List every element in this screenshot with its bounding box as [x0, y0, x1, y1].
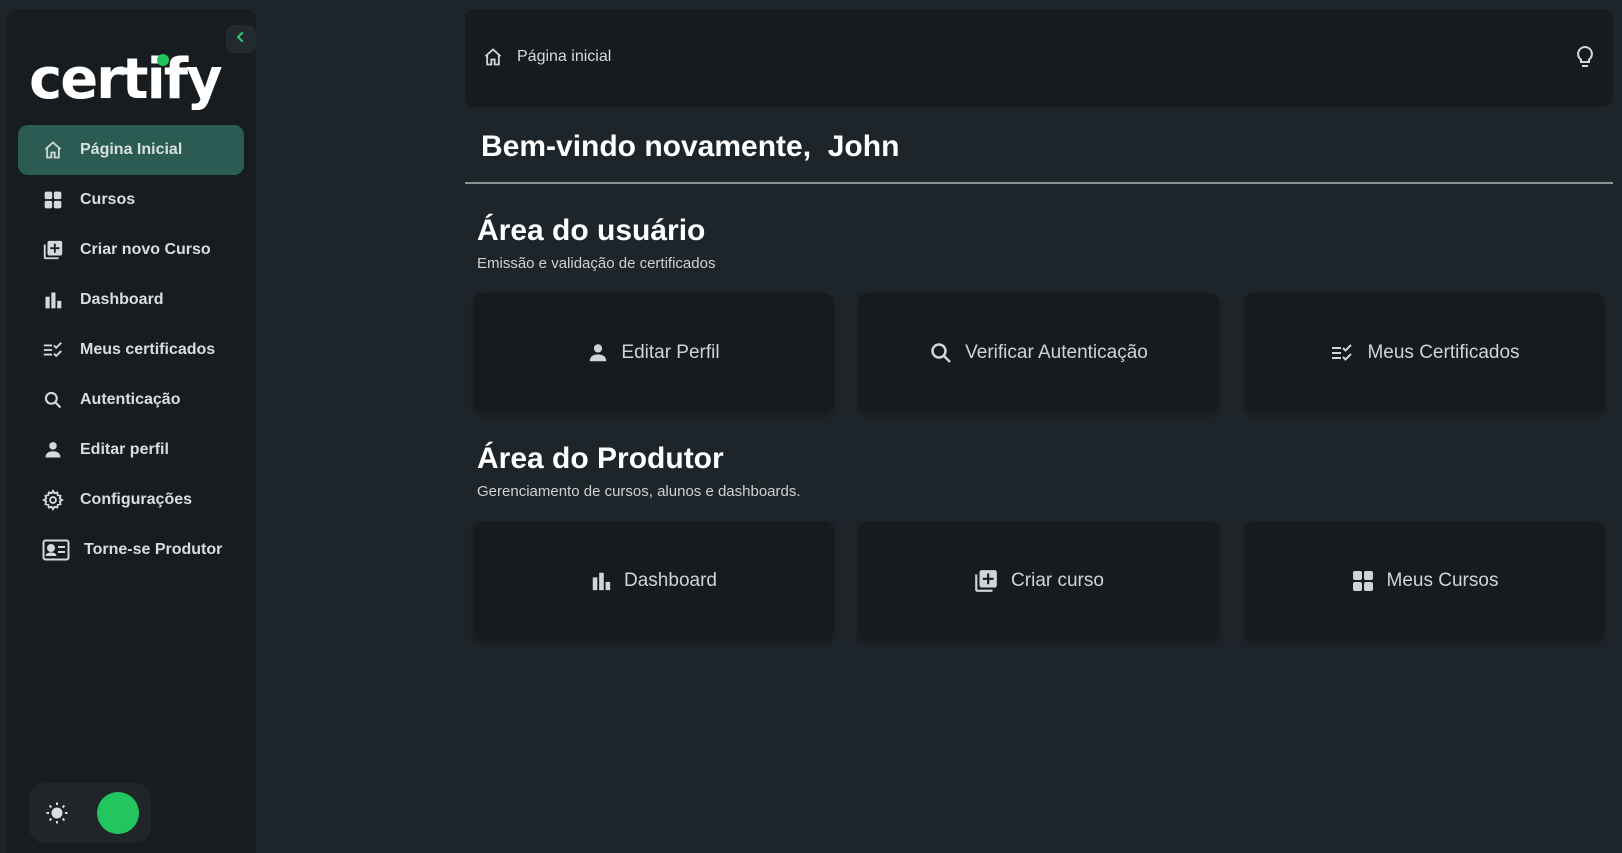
checklist-icon: [1329, 341, 1355, 365]
producer-area-title: Área do Produtor: [477, 442, 724, 475]
sidebar-item-label: Configurações: [80, 491, 193, 508]
lightbulb-icon[interactable]: [1575, 45, 1595, 74]
breadcrumb-current: Página inicial: [517, 48, 612, 65]
moon-icon[interactable]: [97, 792, 139, 834]
sidebar-item-label: Autenticação: [80, 391, 181, 408]
sidebar-item-meus-certificados[interactable]: Meus certificados: [18, 325, 244, 375]
bar-chart-icon: [42, 289, 64, 311]
verify-authentication-card[interactable]: Verificar Autenticação: [858, 293, 1219, 413]
grid-icon: [42, 189, 64, 211]
sidebar-item-cursos[interactable]: Cursos: [18, 175, 244, 225]
sidebar-nav: Página Inicial Cursos Criar novo Curso D…: [18, 125, 244, 575]
my-certificates-card[interactable]: Meus Certificados: [1244, 293, 1605, 413]
card-label: Verificar Autenticação: [965, 342, 1148, 363]
topbar: Página inicial: [465, 9, 1613, 107]
search-icon: [42, 389, 64, 411]
sidebar: certify Página Inicial Cursos Criar novo…: [7, 9, 256, 853]
sidebar-item-pagina-inicial[interactable]: Página Inicial: [18, 125, 244, 175]
divider: [465, 182, 1613, 184]
theme-toggle: [29, 783, 151, 843]
sidebar-item-torne-se-produtor[interactable]: Torne-se Produtor: [18, 525, 244, 575]
sidebar-item-criar-novo-curso[interactable]: Criar novo Curso: [18, 225, 244, 275]
create-course-card[interactable]: Criar curso: [858, 521, 1219, 641]
welcome-heading: Bem-vindo novamente, John: [481, 130, 900, 163]
sidebar-item-label: Página Inicial: [80, 141, 183, 158]
card-label: Meus Certificados: [1367, 342, 1520, 363]
logo: certify: [29, 45, 223, 115]
card-label: Dashboard: [624, 570, 717, 591]
logo-dot: [157, 54, 169, 66]
app-root: certify Página Inicial Cursos Criar novo…: [0, 0, 1622, 853]
library-add-icon: [42, 239, 64, 261]
sidebar-item-label: Criar novo Curso: [80, 241, 211, 258]
card-label: Editar Perfil: [621, 342, 720, 363]
user-area-subtitle: Emissão e validação de certificados: [477, 255, 716, 272]
search-icon: [929, 341, 953, 365]
chevron-left-icon: [234, 30, 248, 49]
gear-icon: [42, 489, 64, 511]
sidebar-item-label: Editar perfil: [80, 441, 169, 458]
grid-icon: [1351, 569, 1375, 593]
sidebar-item-label: Torne-se Produtor: [84, 541, 223, 558]
checklist-icon: [42, 339, 64, 361]
person-icon: [42, 439, 64, 461]
card-label: Criar curso: [1011, 570, 1104, 591]
id-card-icon: [42, 539, 70, 561]
home-icon[interactable]: [483, 47, 503, 67]
my-courses-card[interactable]: Meus Cursos: [1244, 521, 1605, 641]
edit-profile-card[interactable]: Editar Perfil: [473, 293, 834, 413]
dashboard-card[interactable]: Dashboard: [473, 521, 834, 641]
sidebar-item-dashboard[interactable]: Dashboard: [18, 275, 244, 325]
person-icon: [587, 342, 609, 364]
producer-area-subtitle: Gerenciamento de cursos, alunos e dashbo…: [477, 483, 801, 500]
user-area-title: Área do usuário: [477, 214, 706, 247]
logo-text: certify: [29, 47, 223, 112]
sidebar-item-editar-perfil[interactable]: Editar perfil: [18, 425, 244, 475]
home-icon: [42, 139, 64, 161]
card-label: Meus Cursos: [1386, 570, 1499, 591]
sidebar-item-configuracoes[interactable]: Configurações: [18, 475, 244, 525]
sidebar-item-label: Meus certificados: [80, 341, 216, 358]
bar-chart-icon: [590, 570, 612, 592]
breadcrumb: Página inicial: [483, 47, 611, 67]
sidebar-item-label: Cursos: [80, 191, 136, 208]
library-add-icon: [973, 568, 999, 594]
sun-icon[interactable]: [43, 799, 71, 827]
sidebar-item-label: Dashboard: [80, 291, 164, 308]
sidebar-item-autenticacao[interactable]: Autenticação: [18, 375, 244, 425]
sidebar-collapse-button[interactable]: [226, 25, 256, 53]
